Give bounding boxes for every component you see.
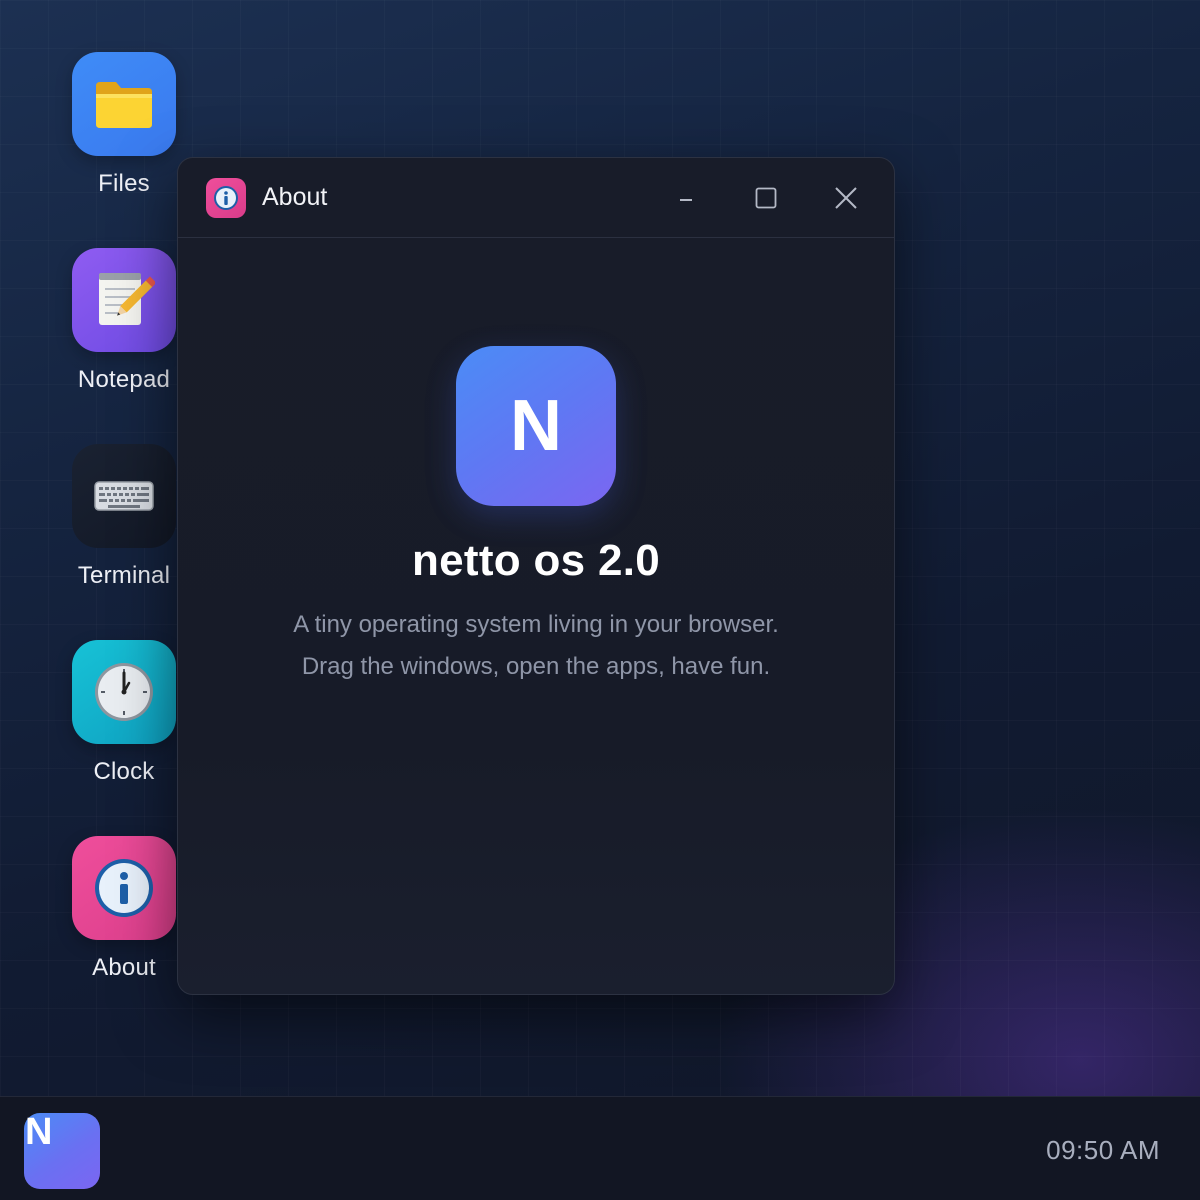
- taskbar-clock: 09:50 AM: [1046, 1135, 1160, 1165]
- keyboard-icon: [72, 444, 176, 548]
- maximize-button[interactable]: [746, 178, 786, 218]
- desktop-icon-terminal[interactable]: Terminal: [60, 444, 188, 614]
- info-icon: [72, 836, 176, 940]
- folder-icon: [72, 52, 176, 156]
- maximize-icon: [755, 187, 777, 209]
- window-content: N netto os 2.0 A tiny operating system l…: [178, 238, 894, 688]
- netto-logo: N: [456, 346, 616, 506]
- clock-icon: [72, 640, 176, 744]
- desktop-icon-notepad[interactable]: Notepad: [60, 248, 188, 418]
- product-name: netto os 2.0: [411, 536, 661, 585]
- description-line-1: A tiny operating system living in your b…: [293, 611, 779, 638]
- close-icon: [835, 187, 857, 209]
- desktop-icon-about[interactable]: About: [60, 836, 188, 1006]
- about-window[interactable]: About N netto os 2.0 A tiny operating sy…: [177, 157, 895, 995]
- info-icon: [206, 177, 246, 218]
- desktop-label: Notepad: [77, 366, 171, 393]
- logo-letter: N: [510, 386, 562, 466]
- desktop-label: Clock: [93, 758, 155, 785]
- desktop-label: Terminal: [77, 562, 171, 589]
- window-titlebar[interactable]: About: [178, 158, 894, 238]
- close-button[interactable]: [826, 178, 866, 218]
- notepad-icon: [72, 248, 176, 352]
- start-button[interactable]: N: [24, 1111, 100, 1189]
- window-title: About: [262, 183, 328, 211]
- desktop-label: Files: [98, 170, 150, 197]
- taskbar: N 09:50 AM: [0, 1096, 1200, 1200]
- minimize-button[interactable]: [666, 178, 706, 218]
- desktop-icon-clock[interactable]: Clock: [60, 640, 188, 810]
- desktop-label: About: [92, 954, 156, 981]
- description-line-2: Drag the windows, open the apps, have fu…: [301, 653, 771, 680]
- desktop-icon-files[interactable]: Files: [60, 52, 188, 222]
- minimize-icon: [680, 199, 692, 201]
- start-letter: N: [25, 1111, 53, 1153]
